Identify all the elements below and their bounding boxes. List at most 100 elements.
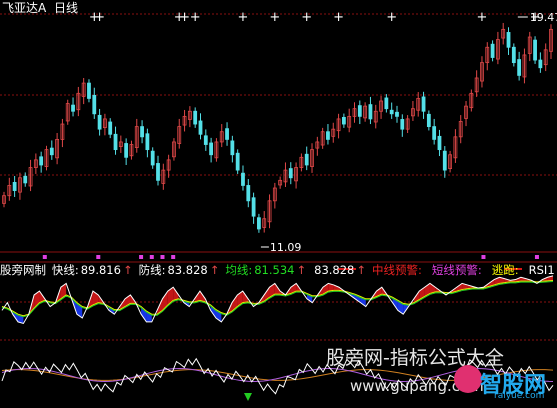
short-warning-marker <box>481 255 486 259</box>
candle-body <box>23 175 28 184</box>
candle-body <box>384 97 389 110</box>
candle-body <box>150 150 155 166</box>
candle-body <box>209 142 214 156</box>
signal-plus-icon: + <box>477 10 488 25</box>
indicator-item-label: RSI1 <box>528 263 555 277</box>
candle-body <box>304 153 309 166</box>
indicator-values: 快线: 89.816 ↑ 防线: 83.828 ↑ 均线: 81.534 ↑ 83.828 ↑ 中线预… <box>52 263 557 277</box>
candle-body <box>533 39 537 61</box>
indicator-arrow-icon: ↑ <box>356 263 367 277</box>
site-logo: 智股网 raiyue.com <box>454 363 554 403</box>
indicator-arrow-icon: ↑ <box>296 263 307 277</box>
candle-body <box>389 109 394 115</box>
indicator-item-label: 中线预警: <box>372 263 422 277</box>
candle-body <box>198 120 203 135</box>
candle-body <box>140 126 144 138</box>
candle-body <box>71 104 75 112</box>
candle-body <box>246 185 251 202</box>
candle-body <box>400 119 405 130</box>
indicator-item-label: 逃跑: <box>491 263 519 277</box>
indicator-legend: 股旁网制 快线: 89.816 ↑ 防线: 83.828 ↑ 均线: 81.534 ↑ 83.82… <box>0 262 557 278</box>
indicator-item-value: 83.828 <box>314 263 355 277</box>
candle-body <box>368 104 373 120</box>
candle-body <box>538 59 543 69</box>
indicator-item: 短线预警: <box>432 263 488 277</box>
candle-body <box>432 126 437 140</box>
candle-body <box>421 96 426 112</box>
indicator-item: 中线预警: <box>372 263 428 277</box>
candle-body <box>490 43 495 58</box>
signal-plus-icon: + <box>386 10 397 25</box>
candle-body <box>225 128 229 140</box>
short-warning-marker <box>139 255 144 259</box>
indicator-item: RSI1 <box>529 263 557 277</box>
candle-body <box>235 152 240 171</box>
buy-arrow-icon <box>244 393 252 401</box>
candle-body <box>203 135 208 145</box>
low-price-label: 11.09 <box>270 241 302 254</box>
candle-body <box>511 46 516 64</box>
candle-body <box>288 168 293 179</box>
fast-line <box>1 275 554 325</box>
candle-body <box>87 82 91 99</box>
short-warning-marker <box>534 255 539 259</box>
candle-body <box>426 113 431 128</box>
signal-plus-icon: + <box>179 10 190 25</box>
indicator-item: 逃跑: <box>492 263 525 277</box>
candle-body <box>193 110 198 125</box>
indicator-item-label: 短线预警: <box>431 263 482 277</box>
indicator-item-label: 防线: <box>138 263 166 277</box>
indicator-item-label: 均线: <box>225 263 253 277</box>
candle-body <box>124 143 129 158</box>
signal-plus-icon: + <box>190 10 201 25</box>
signal-markers: ++ ++ + + + + + + + + <box>89 10 541 25</box>
candle-body <box>230 140 235 156</box>
indicator-arrow-icon: ↑ <box>122 263 133 277</box>
short-warning-marker <box>149 255 154 259</box>
high-price-label: 19.47 <box>530 11 557 24</box>
candle-body <box>108 121 113 135</box>
period-label[interactable]: 日线 <box>54 1 78 15</box>
candle-body <box>241 172 245 186</box>
signal-plus-icon: + <box>269 10 280 25</box>
indicator-item-value: 81.534 <box>254 263 295 277</box>
indicator-item-value: 89.816 <box>80 263 121 277</box>
chart-header: 飞亚达A 日线 <box>2 1 82 15</box>
candle-body <box>92 94 97 115</box>
candle-body <box>326 131 330 140</box>
short-warning-marker <box>171 255 176 259</box>
indicator-item: 83.828 ↑ <box>312 263 368 277</box>
indicator-item: 防线: 83.828 ↑ <box>139 263 222 277</box>
candle-body <box>357 105 362 117</box>
candle-body <box>97 114 102 130</box>
logo-domain: raiyue.com <box>494 391 545 401</box>
candle-body <box>257 217 261 230</box>
candle-body <box>12 181 17 191</box>
short-warning-marker <box>42 255 47 259</box>
candle-body <box>506 32 511 48</box>
stock-name[interactable]: 飞亚达A <box>2 1 46 15</box>
candlestick-series <box>2 22 553 233</box>
signal-plus-icon: + <box>333 10 344 25</box>
candle-body <box>145 133 150 151</box>
indicator-arrow-icon: ↑ <box>209 263 220 277</box>
indicator-name[interactable]: 股旁网制 <box>0 263 46 277</box>
short-warning-marker <box>160 255 165 259</box>
candle-body <box>49 147 54 156</box>
candle-body <box>395 111 399 117</box>
logo-badge-icon <box>454 365 482 393</box>
candle-body <box>341 116 346 125</box>
candle-body <box>39 156 44 166</box>
signal-plus-icon: + <box>238 10 249 25</box>
indicator-item-value: 83.828 <box>167 263 208 277</box>
signal-plus-icon: + <box>301 10 312 25</box>
signal-plus-icon: + <box>94 10 105 25</box>
indicator-item: 均线: 81.534 ↑ <box>225 263 308 277</box>
candle-body <box>437 135 442 151</box>
candle-body <box>156 163 160 181</box>
candle-body <box>442 150 447 171</box>
candle-body <box>113 133 118 151</box>
candle-body <box>517 59 522 76</box>
candle-body <box>251 197 256 217</box>
indicator-item-label: 快线: <box>51 263 79 277</box>
